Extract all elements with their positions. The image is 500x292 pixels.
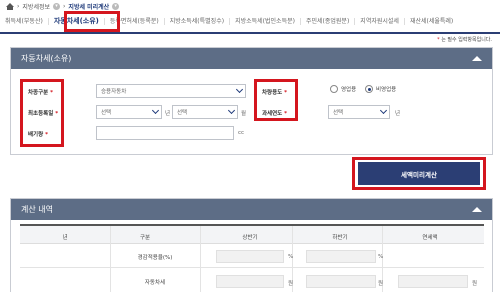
tab-local-income-corporate[interactable]: 지방소득세(법인소득분) bbox=[230, 17, 301, 25]
header-second-half: 하반기 bbox=[332, 235, 348, 241]
highlight-box bbox=[352, 157, 486, 190]
tab-underline bbox=[0, 32, 500, 34]
breadcrumb-level1[interactable]: 지방세정보 bbox=[22, 2, 50, 11]
radio-circle-selected[interactable] bbox=[365, 85, 373, 93]
chevron-down-icon bbox=[151, 106, 160, 115]
tab-acquisition-tax[interactable]: 취득세(부동산) bbox=[0, 17, 49, 25]
header-year: 년 bbox=[62, 235, 68, 241]
month-unit: 월 bbox=[241, 111, 247, 117]
tab-property-tax[interactable]: 재산세(세율특례) bbox=[405, 18, 458, 25]
panel-title: 계산 내역 bbox=[21, 205, 53, 214]
row-vehicle-tax-label: 자동차세 bbox=[144, 280, 166, 286]
highlight-box bbox=[64, 11, 120, 32]
breadcrumb-sep-icon: › bbox=[17, 2, 20, 10]
unit: 원 bbox=[472, 281, 478, 287]
chevron-down-icon bbox=[235, 85, 244, 94]
header-first-half: 상반기 bbox=[242, 235, 258, 241]
tax-year-select[interactable]: 선택 bbox=[328, 105, 390, 119]
registration-month-select[interactable]: 선택 bbox=[172, 105, 238, 119]
unit: 원 bbox=[288, 281, 294, 287]
highlight-box bbox=[254, 79, 298, 121]
tax-annual-field bbox=[398, 275, 468, 288]
result-table: 년 구분 상반기 하반기 연세액 경감적용율(%) % % 자동차세 원 원 원 bbox=[20, 224, 484, 292]
collapse-icon[interactable] bbox=[472, 207, 482, 212]
panel-title: 자동차세(소유) bbox=[21, 54, 72, 63]
panel-header[interactable]: 계산 내역 bbox=[11, 199, 492, 220]
breadcrumb-level2[interactable]: 지방세 미리계산 bbox=[68, 2, 109, 11]
reduction-first-half-field bbox=[216, 250, 284, 263]
chevron-down-icon bbox=[379, 106, 388, 115]
row-reduction-label: 경감적용율(%) bbox=[137, 255, 173, 261]
unit: 원 bbox=[378, 281, 384, 287]
chevron-down-icon bbox=[227, 106, 236, 115]
cc-unit: cc bbox=[238, 130, 245, 136]
header-category: 구분 bbox=[139, 235, 151, 241]
home-icon[interactable] bbox=[6, 2, 14, 10]
required-note: * 는 필수 입력항목입니다. bbox=[437, 37, 492, 43]
tab-local-income-withholding[interactable]: 지방소득세(특별징수) bbox=[165, 17, 231, 25]
vehicle-type-select[interactable]: 승용자동차 bbox=[96, 84, 246, 98]
unit: % bbox=[288, 254, 294, 260]
registration-year-select[interactable]: 선택 bbox=[96, 105, 162, 119]
unit: % bbox=[378, 254, 384, 260]
panel-header[interactable]: 자동차세(소유) bbox=[11, 48, 492, 69]
chevron-down-icon[interactable]: ▾ bbox=[53, 2, 61, 10]
year-unit: 년 bbox=[165, 111, 171, 117]
breadcrumb-sep-icon: › bbox=[63, 2, 66, 10]
header-annual: 연세액 bbox=[422, 235, 438, 241]
reduction-second-half-field bbox=[306, 250, 376, 263]
highlight-box bbox=[20, 79, 64, 147]
radio-circle[interactable] bbox=[330, 85, 338, 93]
radio-commercial[interactable]: 영업용 bbox=[330, 85, 356, 93]
displacement-input[interactable] bbox=[96, 126, 234, 140]
chevron-down-icon[interactable]: ▾ bbox=[112, 2, 120, 10]
radio-non-commercial[interactable]: 비영업용 bbox=[365, 85, 396, 93]
collapse-icon[interactable] bbox=[472, 56, 482, 61]
tax-first-half-field bbox=[216, 275, 284, 288]
tab-resident-tax[interactable]: 주민세(종업원분) bbox=[301, 17, 356, 25]
tax-second-half-field bbox=[306, 275, 376, 288]
tab-regional-resource-tax[interactable]: 지역자원시설세 bbox=[355, 17, 405, 25]
tax-year-unit: 년 bbox=[395, 111, 401, 117]
vehicle-tax-form-panel: 자동차세(소유) bbox=[10, 47, 493, 155]
breadcrumb: › 지방세정보 ▾ › 지방세 미리계산 ▾ bbox=[6, 1, 120, 11]
